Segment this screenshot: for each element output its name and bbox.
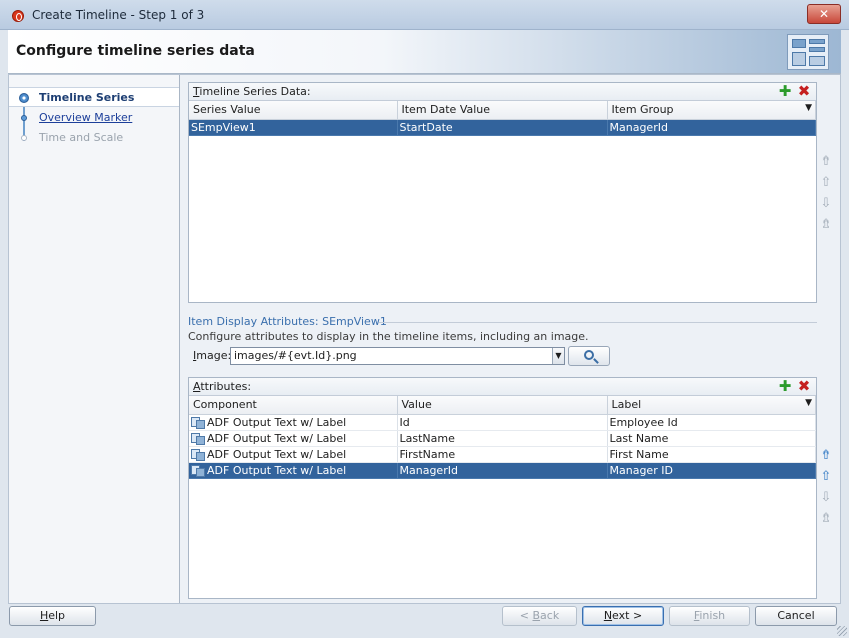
move-down-icon[interactable]: ⇩ <box>819 489 833 507</box>
help-button[interactable]: Help <box>9 606 96 626</box>
attributes-panel: Attributes: ✚ ✖ Component Value Label ▼ AD… <box>188 377 817 599</box>
attributes-table: Component Value Label ▼ ADF Output Text w… <box>189 396 816 479</box>
table-cell[interactable]: ADF Output Text w/ Label <box>189 414 398 431</box>
search-icon <box>584 350 594 360</box>
panel-title: ttributes: <box>200 380 252 393</box>
back-button: < Back <box>502 606 577 626</box>
column-header[interactable]: Value <box>397 396 608 415</box>
add-series-icon[interactable]: ✚ <box>777 84 793 100</box>
cancel-button[interactable]: Cancel <box>755 606 837 626</box>
column-header[interactable]: Series Value <box>189 101 398 120</box>
step-done-icon <box>21 115 27 121</box>
table-row[interactable]: ADF Output Text w/ Label ManagerId Manag… <box>189 462 816 479</box>
table-cell[interactable]: Employee Id <box>607 414 816 431</box>
component-icon <box>191 448 205 461</box>
table-cell[interactable]: Manager ID <box>607 462 816 479</box>
page-title: Configure timeline series data <box>16 43 255 59</box>
table-cell[interactable]: ADF Output Text w/ Label <box>189 446 398 463</box>
series-table: Series Value Item Date Value Item Group ▼… <box>189 101 816 136</box>
table-cell[interactable]: FirstName <box>397 446 608 463</box>
section-description: Configure attributes to display in the t… <box>188 330 589 343</box>
series-reorder-arrows: ⇮ ⇧ ⇩ ⇯ <box>819 153 835 237</box>
timeline-series-panel: Timeline Series Data: ✚ ✖ Series Value It… <box>188 82 817 303</box>
attributes-reorder-arrows: ⇮ ⇧ ⇩ ⇯ <box>819 447 835 531</box>
move-up-icon[interactable]: ⇧ <box>819 468 833 486</box>
panel-header: Attributes: ✚ ✖ <box>189 378 816 396</box>
window-title: Create Timeline - Step 1 of 3 <box>32 8 205 22</box>
move-top-icon[interactable]: ⇮ <box>819 447 833 465</box>
step-current-icon <box>19 93 29 103</box>
column-header[interactable]: Item Date Value <box>397 101 608 120</box>
table-cell[interactable]: Id <box>397 414 608 431</box>
table-cell[interactable]: ManagerId <box>607 119 816 136</box>
finish-button: Finish <box>669 606 750 626</box>
step-label: Time and Scale <box>39 131 124 144</box>
window-titlebar: Create Timeline - Step 1 of 3 ✕ <box>0 0 849 30</box>
delete-attribute-icon[interactable]: ✖ <box>796 379 812 395</box>
table-cell[interactable]: StartDate <box>397 119 608 136</box>
image-path-combo[interactable]: images/#{evt.Id}.png ▼ <box>230 347 565 365</box>
next-button[interactable]: Next > <box>582 606 664 626</box>
add-attribute-icon[interactable]: ✚ <box>777 379 793 395</box>
table-cell[interactable]: ManagerId <box>397 462 608 479</box>
component-icon <box>191 416 205 429</box>
column-header[interactable]: Item Group ▼ <box>607 101 816 120</box>
resize-grip[interactable] <box>837 626 847 636</box>
table-row[interactable]: ADF Output Text w/ Label LastName Last N… <box>189 430 816 447</box>
table-cell[interactable]: ADF Output Text w/ Label <box>189 462 398 479</box>
column-menu-icon[interactable]: ▼ <box>805 103 812 113</box>
close-button[interactable]: ✕ <box>807 4 841 24</box>
section-divider <box>379 322 817 323</box>
delete-series-icon[interactable]: ✖ <box>796 84 812 100</box>
wizard-content: Timeline Series Overview Marker Time and… <box>8 74 841 604</box>
step-time-and-scale: Time and Scale <box>9 128 179 148</box>
image-path-value[interactable]: images/#{evt.Id}.png <box>234 349 357 362</box>
panel-header: Timeline Series Data: ✚ ✖ <box>189 83 816 101</box>
browse-image-button[interactable] <box>568 346 610 366</box>
timeline-wizard-graphic-icon <box>787 34 829 70</box>
move-bottom-icon[interactable]: ⇯ <box>819 510 833 528</box>
table-row[interactable]: ADF Output Text w/ Label FirstName First… <box>189 446 816 463</box>
table-row[interactable]: ADF Output Text w/ Label Id Employee Id <box>189 414 816 431</box>
move-down-icon[interactable]: ⇩ <box>819 195 833 213</box>
step-overview-marker[interactable]: Overview Marker <box>9 108 179 128</box>
column-header[interactable]: Label ▼ <box>607 396 816 415</box>
move-bottom-icon[interactable]: ⇯ <box>819 216 833 234</box>
table-cell[interactable]: LastName <box>397 430 608 447</box>
column-menu-icon[interactable]: ▼ <box>805 398 812 408</box>
step-label: Overview Marker <box>39 111 133 124</box>
table-cell[interactable]: Last Name <box>607 430 816 447</box>
column-header[interactable]: Component <box>189 396 398 415</box>
chevron-down-icon[interactable]: ▼ <box>552 348 564 364</box>
table-cell[interactable]: ADF Output Text w/ Label <box>189 430 398 447</box>
panel-title: imeline Series Data: <box>199 85 311 98</box>
wizard-footer: Help < Back Next > Finish Cancel <box>8 604 841 632</box>
move-top-icon[interactable]: ⇮ <box>819 153 833 171</box>
oracle-app-icon <box>12 10 24 22</box>
table-cell[interactable]: First Name <box>607 446 816 463</box>
table-row[interactable]: SEmpView1 StartDate ManagerId <box>189 119 816 136</box>
wizard-steps-nav: Timeline Series Overview Marker Time and… <box>9 75 180 603</box>
move-up-icon[interactable]: ⇧ <box>819 174 833 192</box>
wizard-header: Configure timeline series data <box>8 30 841 74</box>
component-icon <box>191 464 205 477</box>
section-label: Item Display Attributes: SEmpView1 <box>188 315 387 328</box>
step-label: Timeline Series <box>39 91 135 104</box>
step-timeline-series[interactable]: Timeline Series <box>9 87 179 107</box>
component-icon <box>191 432 205 445</box>
table-cell[interactable]: SEmpView1 <box>189 119 398 136</box>
image-label: Image: <box>193 349 232 362</box>
step-pending-icon <box>21 135 27 141</box>
